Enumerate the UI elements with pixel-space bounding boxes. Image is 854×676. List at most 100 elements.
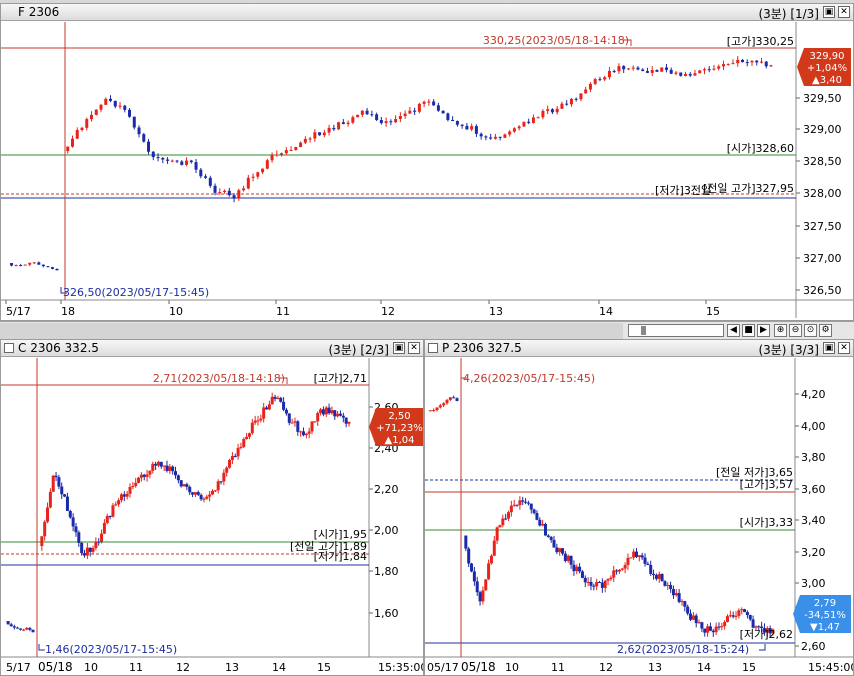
candle-body bbox=[417, 103, 421, 112]
candle-body bbox=[102, 522, 106, 534]
candle-body bbox=[338, 413, 342, 416]
candle-body bbox=[615, 570, 619, 572]
scroll-track[interactable] bbox=[0, 323, 623, 339]
candle-body bbox=[623, 564, 627, 569]
candle-body bbox=[63, 494, 67, 497]
candle-body bbox=[289, 149, 293, 151]
candle-body bbox=[518, 500, 522, 505]
candle-body bbox=[128, 109, 132, 117]
candle-body bbox=[698, 70, 702, 74]
settings-icon[interactable]: ⚙ bbox=[819, 324, 832, 337]
candle-body bbox=[531, 117, 535, 123]
candle-body bbox=[432, 101, 436, 106]
candle-body bbox=[595, 582, 599, 587]
candle-body bbox=[603, 580, 607, 588]
candle-body bbox=[422, 101, 426, 104]
high-marker-label: 4,26(2023/05/17-15:45) bbox=[463, 372, 595, 385]
candle-body bbox=[6, 621, 10, 625]
candle-body bbox=[598, 582, 602, 584]
candle-body bbox=[351, 117, 355, 123]
candle-body bbox=[337, 122, 341, 130]
zoom-slider-thumb[interactable] bbox=[641, 326, 646, 335]
candle-body bbox=[579, 93, 583, 100]
candle-body bbox=[552, 539, 556, 548]
candle-body bbox=[319, 409, 323, 413]
candle-body bbox=[484, 136, 488, 138]
candle-body bbox=[105, 516, 109, 523]
candle-body bbox=[41, 264, 45, 267]
candle-body bbox=[546, 109, 550, 111]
candle-body bbox=[330, 410, 334, 414]
candle-body bbox=[769, 65, 773, 67]
candle-body bbox=[607, 70, 611, 78]
x-tick-label: 15 bbox=[742, 661, 756, 674]
candle-body bbox=[452, 397, 456, 399]
zoom-slider[interactable] bbox=[628, 324, 724, 337]
candle-body bbox=[481, 590, 485, 602]
candle-body bbox=[213, 490, 217, 492]
x-tick-label: 10 bbox=[505, 661, 519, 674]
call-candlestick-chart[interactable]: 2,602,402,202,001,801,605/17 05/18 10 11 12 1… bbox=[1, 340, 424, 676]
stop-icon[interactable]: ■ bbox=[742, 324, 755, 337]
candle-body bbox=[179, 480, 183, 487]
open-line-label: [시가]328,60 bbox=[727, 142, 794, 155]
put-candlestick-chart[interactable]: 4,204,003,803,603,403,203,002,802,6005/1… bbox=[425, 340, 854, 676]
candle-body bbox=[669, 69, 673, 74]
candle-body bbox=[584, 89, 588, 94]
candle-body bbox=[132, 116, 136, 128]
zoom-in-icon[interactable]: ⊕ bbox=[774, 324, 787, 337]
candle-body bbox=[728, 615, 732, 617]
candle-body bbox=[726, 63, 730, 65]
candle-body bbox=[270, 155, 274, 161]
scroll-left-icon[interactable]: ◀ bbox=[727, 324, 740, 337]
candle-body bbox=[74, 526, 78, 533]
candle-body bbox=[448, 397, 452, 400]
x-tick-label: 14 bbox=[599, 305, 613, 318]
x-tick-label: 13 bbox=[225, 661, 239, 674]
candle-body bbox=[629, 557, 633, 559]
candle-body bbox=[717, 626, 721, 628]
candle-body bbox=[694, 615, 698, 624]
candle-body bbox=[464, 535, 468, 549]
candle-body bbox=[43, 521, 47, 537]
scroll-right-icon[interactable]: ▶ bbox=[757, 324, 770, 337]
candle-body bbox=[403, 113, 407, 117]
candle-body bbox=[25, 627, 29, 630]
x-tick-label: 11 bbox=[276, 305, 290, 318]
candle-body bbox=[245, 436, 249, 440]
candle-body bbox=[679, 72, 683, 76]
x-tick-label: 13 bbox=[489, 305, 503, 318]
zoom-reset-icon[interactable]: ⊙ bbox=[804, 324, 817, 337]
candle-body bbox=[123, 105, 127, 110]
chart-scrollbar[interactable]: ◀ ■ ▶ ⊕ ⊖ ⊙ ⚙ bbox=[0, 321, 854, 339]
candle-body bbox=[23, 264, 27, 266]
candle-body bbox=[631, 67, 635, 69]
candle-body bbox=[182, 484, 186, 487]
price-box-price: 329,90 bbox=[810, 51, 845, 62]
candle-body bbox=[48, 491, 52, 508]
candle-body bbox=[14, 265, 18, 267]
candle-body bbox=[640, 555, 644, 558]
candle-body bbox=[745, 612, 749, 616]
candle-body bbox=[720, 626, 724, 628]
candle-body bbox=[436, 105, 440, 111]
candle-body bbox=[408, 110, 412, 114]
candle-body bbox=[504, 518, 508, 520]
zoom-out-icon[interactable]: ⊖ bbox=[789, 324, 802, 337]
candle-body bbox=[19, 628, 23, 630]
candle-body bbox=[97, 541, 101, 543]
candle-body bbox=[725, 616, 729, 622]
futures-candlestick-chart[interactable]: 329,50 329,00 328,50 328,00 327,50 327,00 326,… bbox=[1, 4, 854, 321]
candle-body bbox=[299, 142, 303, 147]
candle-body bbox=[517, 126, 521, 129]
x-tick-label: 05/17 bbox=[427, 661, 459, 674]
candle-body bbox=[677, 593, 681, 602]
candle-body bbox=[10, 263, 14, 266]
candle-body bbox=[365, 110, 369, 115]
candle-body bbox=[427, 101, 431, 103]
candle-body bbox=[714, 626, 718, 633]
candle-body bbox=[250, 422, 254, 434]
candle-body bbox=[199, 494, 203, 500]
candle-body bbox=[432, 410, 436, 412]
candle-body bbox=[344, 417, 348, 424]
